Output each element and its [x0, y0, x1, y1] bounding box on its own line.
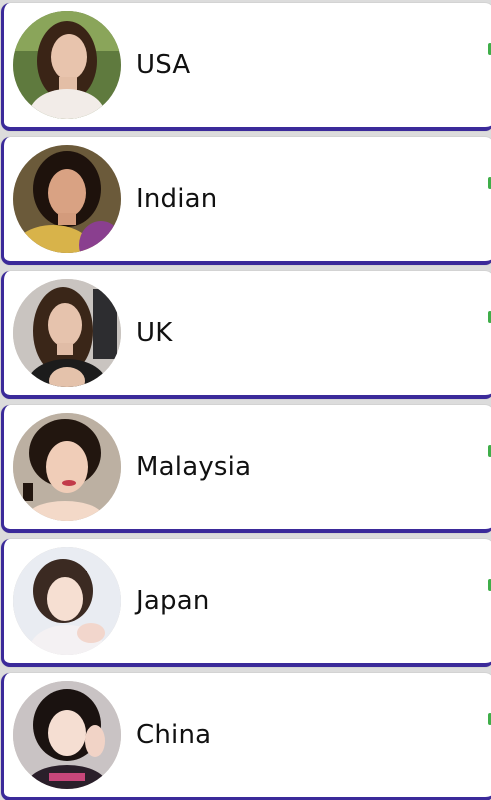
avatar-malaysia	[13, 413, 121, 521]
avatar-usa	[13, 11, 121, 119]
country-card-indian[interactable]: Indian	[1, 137, 491, 265]
country-label: UK	[136, 318, 173, 348]
country-label: USA	[136, 50, 191, 80]
profile-photo-icon	[13, 681, 121, 789]
country-card-uk[interactable]: UK	[1, 271, 491, 399]
country-label: Malaysia	[136, 452, 252, 482]
country-card-japan[interactable]: Japan	[1, 539, 491, 667]
avatar-indian	[13, 145, 121, 253]
country-card-usa[interactable]: USA	[1, 3, 491, 131]
country-list: USA Indian UK Malaysia Japan China	[0, 0, 491, 800]
avatar-china	[13, 681, 121, 789]
avatar-uk	[13, 279, 121, 387]
country-label: China	[136, 720, 212, 750]
avatar-japan	[13, 547, 121, 655]
country-label: Indian	[136, 184, 218, 214]
profile-photo-icon	[13, 11, 121, 119]
profile-photo-icon	[13, 547, 121, 655]
profile-photo-icon	[13, 413, 121, 521]
country-label: Japan	[136, 586, 210, 616]
country-card-china[interactable]: China	[1, 673, 491, 800]
country-card-malaysia[interactable]: Malaysia	[1, 405, 491, 533]
profile-photo-icon	[13, 279, 121, 387]
profile-photo-icon	[13, 145, 121, 253]
